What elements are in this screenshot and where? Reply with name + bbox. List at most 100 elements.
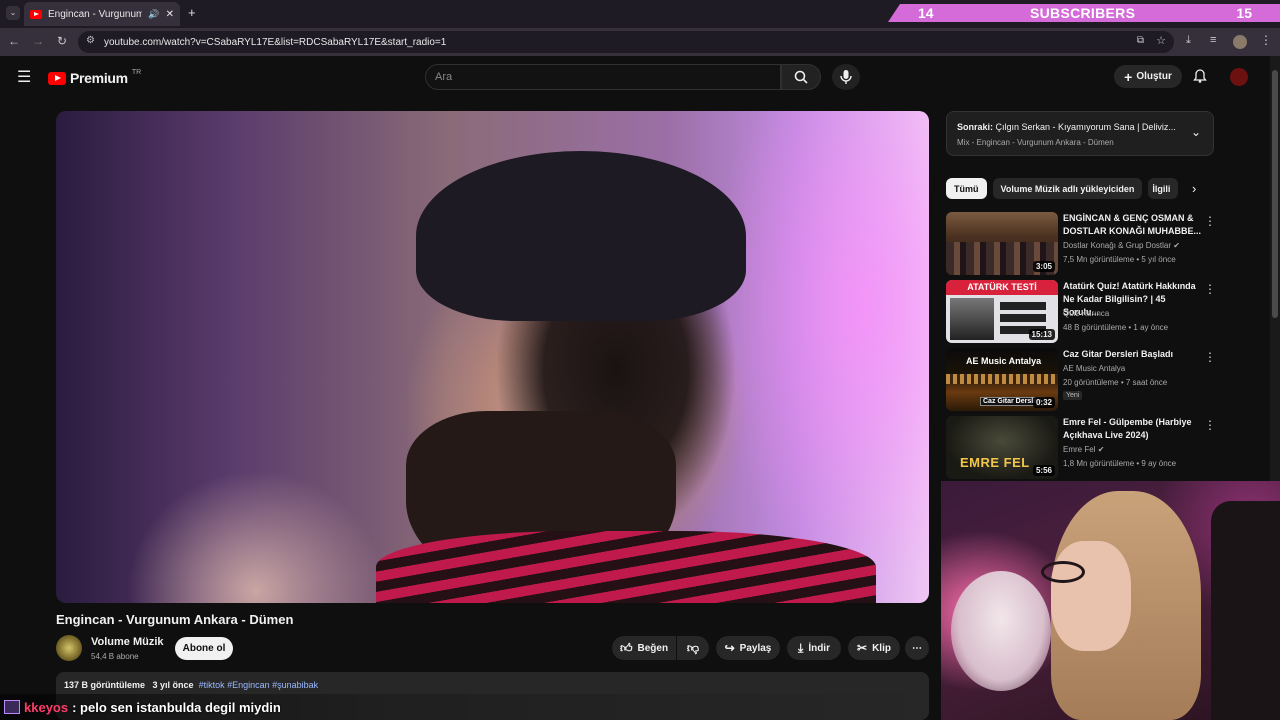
create-button[interactable]: + Oluştur: [1114, 65, 1182, 88]
related-video[interactable]: EMRE FEL 5:56 Emre Fel - Gülpembe (Harbi…: [946, 416, 1216, 480]
related-video-channel-line: Dostlar Konağı & Grup Dostlar ✔: [1063, 241, 1180, 250]
hamburger-menu-icon[interactable]: ☰: [17, 67, 31, 87]
chip-all[interactable]: Tümü: [946, 178, 987, 199]
related-video-channel: AE Music Antalya: [1063, 364, 1126, 373]
video-thumbnail[interactable]: AE Music Antalya Caz Gitar Dersleri 0:32: [946, 348, 1058, 411]
thumb-artist-text: EMRE FEL: [960, 455, 1030, 470]
clip-label: Klip: [872, 642, 891, 654]
verified-icon: ✔: [1173, 241, 1180, 250]
clip-button[interactable]: ✂ Klip: [848, 636, 900, 660]
close-tab-icon[interactable]: ✕: [166, 9, 174, 20]
related-video-channel: Quiz Karınca: [1063, 309, 1110, 318]
subscribe-button[interactable]: Abone ol: [175, 637, 233, 660]
more-vertical-icon[interactable]: ⋮: [1204, 214, 1216, 228]
gaming-chair: [1211, 501, 1280, 720]
related-video-title: ENGİNCAN & GENÇ OSMAN & DOSTLAR KONAĞI M…: [1063, 213, 1201, 236]
bookmark-star-icon[interactable]: ☆: [1156, 34, 1166, 47]
video-player[interactable]: [56, 111, 929, 603]
more-vertical-icon[interactable]: ⋮: [1204, 282, 1216, 296]
chevron-right-icon[interactable]: ›: [1192, 181, 1196, 196]
subscriber-goal-banner: 14 SUBSCRIBERS 15: [888, 4, 1280, 22]
related-video-channel: Dostlar Konağı & Grup Dostlar: [1063, 241, 1172, 250]
chat-username: kkeyos: [24, 699, 69, 715]
download-button[interactable]: ⤓ İndir: [787, 636, 841, 660]
channel-avatar[interactable]: [56, 635, 82, 661]
video-title: Engincan - Vurgunum Ankara - Dümen: [56, 612, 294, 627]
video-frame-neon: [709, 111, 929, 603]
sub-count-current: 14: [918, 5, 934, 21]
up-next-prefix: Sonraki:: [957, 122, 994, 132]
up-next-panel[interactable]: Sonraki: Çılgın Serkan - Kıyamıyorum San…: [946, 111, 1214, 156]
chip-related[interactable]: İlgili: [1148, 178, 1179, 199]
browser-tab[interactable]: Engincan - Vurgunum Ankara - Dümen 🔊 ✕: [24, 2, 180, 26]
related-video-channel-line: Emre Fel ✔: [1063, 445, 1104, 454]
url-field[interactable]: ⚙ youtube.com/watch?v=CSabaRYL17E&list=R…: [78, 31, 1174, 53]
related-video-title: Emre Fel - Gülpembe (Harbiye Açıkhava Li…: [1063, 417, 1192, 440]
browser-menu-icon[interactable]: ⋮: [1260, 33, 1272, 47]
download-label: İndir: [808, 642, 830, 654]
teddy-bear: [951, 571, 1051, 691]
related-video[interactable]: 3:05 ENGİNCAN & GENÇ OSMAN & DOSTLAR KON…: [946, 212, 1216, 276]
new-badge: Yeni: [1063, 391, 1083, 400]
youtube-play-logo-icon: [48, 71, 66, 85]
new-tab-icon[interactable]: +: [188, 5, 196, 20]
video-thumbnail[interactable]: ATATÜRK TESTİ 15:13: [946, 280, 1058, 343]
logo-text: Premium: [70, 70, 128, 86]
browser-tab-bar: ⌄ Engincan - Vurgunum Ankara - Dümen 🔊 ✕…: [0, 0, 1280, 28]
related-video-meta: 20 görüntüleme • 7 saat önce: [1063, 378, 1168, 387]
video-thumbnail[interactable]: EMRE FEL 5:56: [946, 416, 1058, 479]
related-video-channel: Emre Fel: [1063, 445, 1096, 454]
share-button[interactable]: ↪ Paylaş: [716, 636, 780, 660]
logo-region: TR: [131, 68, 142, 76]
chevron-down-icon[interactable]: ⌄: [1191, 125, 1201, 139]
related-video-meta: 7,5 Mn görüntüleme • 5 yıl önce: [1063, 255, 1176, 264]
more-vertical-icon[interactable]: ⋮: [1204, 350, 1216, 364]
related-video[interactable]: AE Music Antalya Caz Gitar Dersleri 0:32…: [946, 348, 1216, 412]
dislike-button[interactable]: 👎︎: [677, 636, 709, 660]
create-label: Oluştur: [1136, 71, 1172, 82]
share-label: Paylaş: [739, 642, 772, 654]
download-icon: ⤓: [798, 640, 804, 655]
back-icon[interactable]: ←: [6, 34, 22, 48]
downloads-icon[interactable]: ⤓: [1186, 34, 1191, 47]
tab-list-dropdown[interactable]: ⌄: [6, 6, 20, 20]
voice-search-button[interactable]: [832, 64, 860, 90]
scrollbar-thumb[interactable]: [1272, 70, 1278, 318]
related-video[interactable]: ATATÜRK TESTİ 15:13 Atatürk Quiz! Atatür…: [946, 280, 1216, 344]
up-next-line: Sonraki: Çılgın Serkan - Kıyamıyorum San…: [957, 122, 1176, 132]
search-button[interactable]: [781, 64, 821, 90]
youtube-logo[interactable]: Premium TR: [48, 68, 142, 86]
description-meta: 137 B görüntüleme 3 yıl önce #tiktok #En…: [64, 680, 318, 690]
forward-icon[interactable]: →: [30, 34, 46, 48]
thumbs-up-icon: 👍︎: [619, 640, 633, 655]
channel-subscriber-count: 54,4 B abone: [91, 652, 139, 661]
video-thumbnail[interactable]: 3:05: [946, 212, 1058, 275]
thumb-title-text: AE Music Antalya: [966, 356, 1042, 366]
chat-badge-icon: [4, 700, 20, 714]
audio-icon[interactable]: 🔊: [148, 9, 159, 20]
share-arrow-icon: ↪: [724, 641, 735, 655]
description-tags[interactable]: #tiktok #Engincan #şunabibak: [199, 680, 319, 690]
chip-uploader[interactable]: Volume Müzik adlı yükleyiciden: [992, 178, 1143, 199]
sub-goal-label: SUBSCRIBERS: [1030, 5, 1136, 21]
search-input[interactable]: Ara: [425, 64, 781, 90]
cast-icon[interactable]: ⧉: [1137, 35, 1144, 46]
like-label: Beğen: [637, 642, 669, 654]
site-info-icon[interactable]: ⚙: [86, 35, 95, 46]
guitar-neck: [946, 374, 1058, 384]
youtube-header: ☰ Premium TR Ara: [0, 56, 1270, 98]
video-frame-hair: [416, 151, 746, 321]
media-control-icon[interactable]: ≡: [1210, 34, 1216, 46]
like-button[interactable]: 👍︎ Beğen: [612, 636, 676, 660]
video-frame-shirt: [376, 531, 876, 603]
notifications-bell-icon[interactable]: [1192, 68, 1208, 84]
portrait-image: [950, 298, 994, 340]
more-actions-button[interactable]: ⋯: [905, 636, 929, 660]
account-avatar[interactable]: [1230, 68, 1248, 86]
reload-icon[interactable]: ↻: [54, 34, 70, 48]
sub-count-goal: 15: [1236, 5, 1252, 21]
more-vertical-icon[interactable]: ⋮: [1204, 418, 1216, 432]
profile-avatar-icon[interactable]: [1233, 35, 1247, 49]
channel-name[interactable]: Volume Müzik: [91, 636, 164, 648]
up-next-title: Çılgın Serkan - Kıyamıyorum Sana | Deliv…: [995, 122, 1176, 132]
